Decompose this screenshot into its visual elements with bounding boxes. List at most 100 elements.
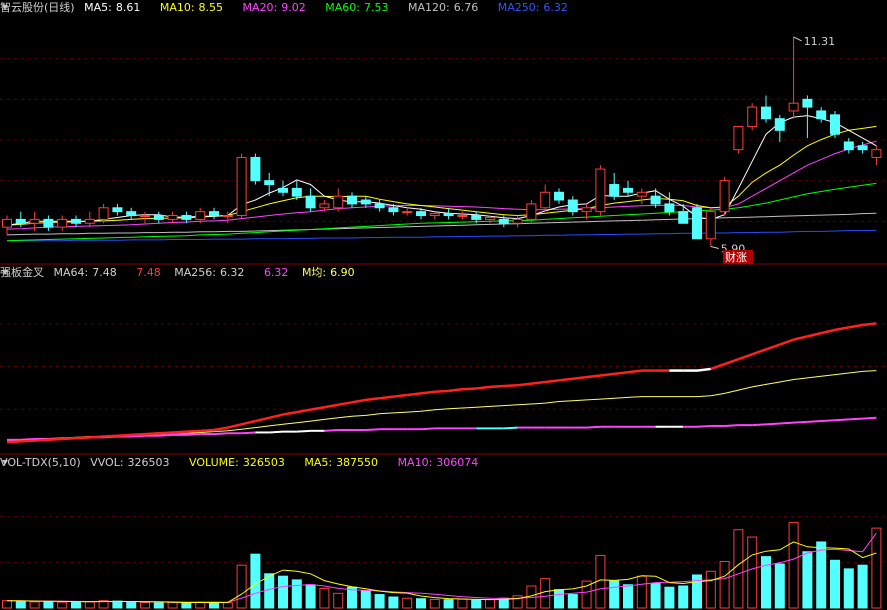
volume-bar-up [140, 602, 150, 609]
volume-bar-down [43, 600, 54, 609]
ma64-segment [337, 401, 353, 407]
ma64-segment [765, 343, 781, 351]
ma64-segment [89, 435, 104, 439]
volume-bar-down [209, 601, 219, 609]
ma256-segment [324, 429, 339, 432]
ma64-segment [545, 379, 560, 384]
candle-down [278, 187, 288, 193]
ma64-segment [503, 383, 518, 388]
ma64-segment [779, 338, 795, 346]
ma256-segment [186, 433, 201, 436]
ma64-segment [724, 357, 739, 366]
volume-bar-up [429, 598, 440, 609]
volume-bar-down [264, 573, 275, 609]
candle-down [264, 180, 275, 186]
candle-down [802, 98, 813, 108]
mavg-line [6, 370, 877, 442]
volume-bar-up [57, 601, 68, 609]
candle-up [595, 168, 606, 213]
candle-down [678, 211, 689, 224]
ma64-segment [696, 367, 711, 372]
candle-up [319, 203, 330, 209]
ma64-segment [268, 413, 284, 420]
volume-bar-up [457, 598, 468, 609]
candle-up [429, 213, 440, 217]
ma120-legend: MA120: 6.76 [407, 1, 479, 14]
volume-bar-down [305, 584, 316, 609]
candle-up [581, 207, 592, 213]
volume-bar-down [843, 568, 854, 609]
ma64-segment [20, 439, 35, 443]
ma10-line [6, 125, 877, 226]
ma64-segment [586, 374, 601, 379]
ma250-line [7, 229, 877, 242]
candle-up [526, 203, 537, 220]
volume-bar-down [857, 564, 868, 609]
ma256-segment [586, 425, 601, 429]
candle-down [443, 213, 454, 217]
ma256-segment [213, 432, 228, 436]
ma256-segment [834, 418, 849, 422]
stock-chart-area: 11.315.90财涨 [0, 5, 887, 609]
ma64-segment [365, 397, 380, 402]
volume-bar-down [250, 553, 261, 609]
ma64-segment [434, 389, 449, 393]
volume-bar-down [678, 585, 689, 609]
candle-down [774, 118, 785, 131]
candle-down [498, 218, 509, 224]
candle-up [402, 211, 413, 214]
candle-up [636, 191, 647, 197]
candle-down [471, 215, 482, 220]
candle-up [84, 218, 95, 224]
ma64-segment [200, 428, 215, 433]
candle-up [705, 211, 716, 240]
ma64-segment [103, 434, 118, 438]
volume-legend: VOL-TDX(5,10) VVOL: 326503 VOLUME: 326503 … [0, 455, 494, 471]
high-marker-arrow [793, 36, 802, 42]
volume-bar-up [402, 597, 413, 609]
ma64-segment [489, 384, 504, 389]
volume-bar-down [15, 600, 26, 609]
candle-down [816, 110, 827, 120]
indicator-title[interactable]: 强板金叉 [0, 266, 44, 279]
ma64-segment [158, 431, 173, 435]
ma64-segment [172, 430, 187, 434]
volume-bar-up [636, 575, 647, 609]
ma10-legend: MA10: 8.55 [159, 1, 224, 14]
volume-bar-down [360, 590, 371, 609]
candle-down [416, 211, 426, 217]
volume-bar-down [623, 584, 633, 609]
low-marker-arrow [710, 246, 719, 249]
candle-up [29, 218, 40, 224]
ma64-segment [282, 410, 298, 416]
ma256-segment [724, 424, 739, 427]
ma64-segment [351, 398, 367, 404]
ma256-segment [807, 420, 822, 423]
volume-bar-up [747, 536, 758, 609]
main-legend: 智云股份(日线) MA5: 8.61 MA10: 8.55 MA20: 9.02 MA… [0, 0, 584, 16]
candle-down [857, 145, 868, 151]
ma256-segment [765, 422, 780, 426]
volume-bar-up [236, 564, 247, 609]
ma64-segment [131, 432, 146, 437]
ma64-segment [737, 353, 753, 361]
candle-up [222, 215, 233, 218]
ma64-value-red: 7.48 [136, 266, 161, 279]
volume-title[interactable]: VOL-TDX(5,10) [0, 456, 81, 469]
stock-title[interactable]: 智云股份(日线) [0, 1, 75, 14]
mavg-legend: M均: 6.90 [301, 266, 355, 279]
candle-up [747, 106, 758, 127]
volume-bar-up [733, 529, 744, 609]
ma256-segment [821, 419, 836, 423]
ma64-segment [407, 392, 422, 397]
volume-bar-down [443, 599, 454, 609]
ma256-segment [296, 429, 311, 433]
candle-down [360, 199, 371, 205]
candle-up [457, 215, 468, 218]
candle-up [140, 215, 150, 218]
volume-bar-down [567, 594, 578, 609]
ma256-segment [158, 433, 173, 437]
ma64-legend: MA64: 7.48 [53, 266, 117, 279]
candle-down [567, 199, 578, 213]
ma256-segment [269, 430, 284, 434]
